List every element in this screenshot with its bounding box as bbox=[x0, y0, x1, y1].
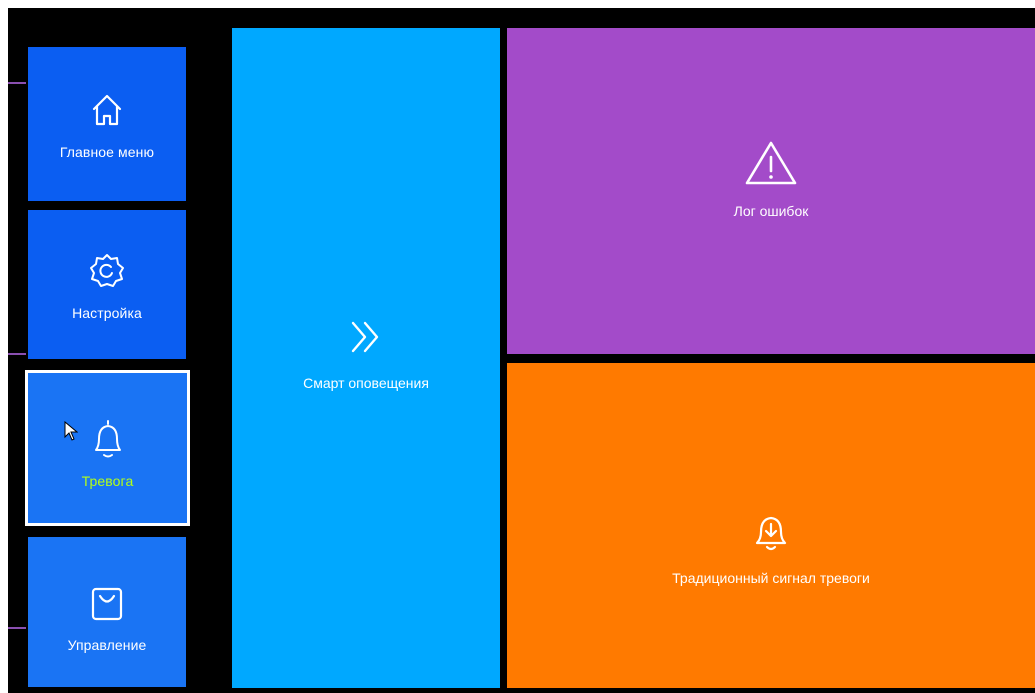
edge-marker bbox=[8, 82, 26, 84]
double-chevron-right-icon bbox=[351, 321, 379, 353]
screen-border-top bbox=[0, 0, 1035, 8]
bell-icon bbox=[94, 420, 121, 458]
bag-icon bbox=[91, 587, 123, 621]
sidebar-item-label: Управление bbox=[67, 637, 147, 653]
sidebar-item-settings[interactable]: Настройка bbox=[28, 210, 186, 359]
gear-icon bbox=[90, 253, 124, 287]
warning-triangle-icon bbox=[745, 141, 797, 185]
mouse-cursor-icon bbox=[64, 421, 78, 441]
home-icon bbox=[92, 94, 122, 126]
sidebar-item-management[interactable]: Управление bbox=[28, 537, 186, 687]
tile-error-log[interactable]: Лог ошибок bbox=[507, 28, 1035, 354]
sidebar-item-main-menu[interactable]: Главное меню bbox=[28, 47, 186, 201]
edge-marker bbox=[8, 353, 26, 355]
tile-label: Смарт оповещения bbox=[303, 375, 429, 391]
dvr-menu-screen: Главное меню Настройка Тревога Управлени… bbox=[0, 0, 1035, 693]
tile-label: Традиционный сигнал тревоги bbox=[672, 569, 870, 586]
tile-smart-alerts[interactable]: Смарт оповещения bbox=[232, 28, 500, 688]
sidebar-item-alarm[interactable]: Тревога bbox=[25, 370, 190, 526]
tile-traditional-alarm[interactable]: Традиционный сигнал тревоги bbox=[507, 363, 1035, 688]
edge-marker bbox=[8, 627, 26, 629]
sidebar-item-label: Главное меню bbox=[59, 144, 155, 160]
sidebar-item-label: Тревога bbox=[81, 473, 134, 489]
bell-download-icon bbox=[755, 516, 787, 550]
sidebar-item-label: Настройка bbox=[72, 304, 142, 321]
screen-border-left bbox=[0, 0, 8, 693]
tile-label: Лог ошибок bbox=[733, 203, 809, 219]
